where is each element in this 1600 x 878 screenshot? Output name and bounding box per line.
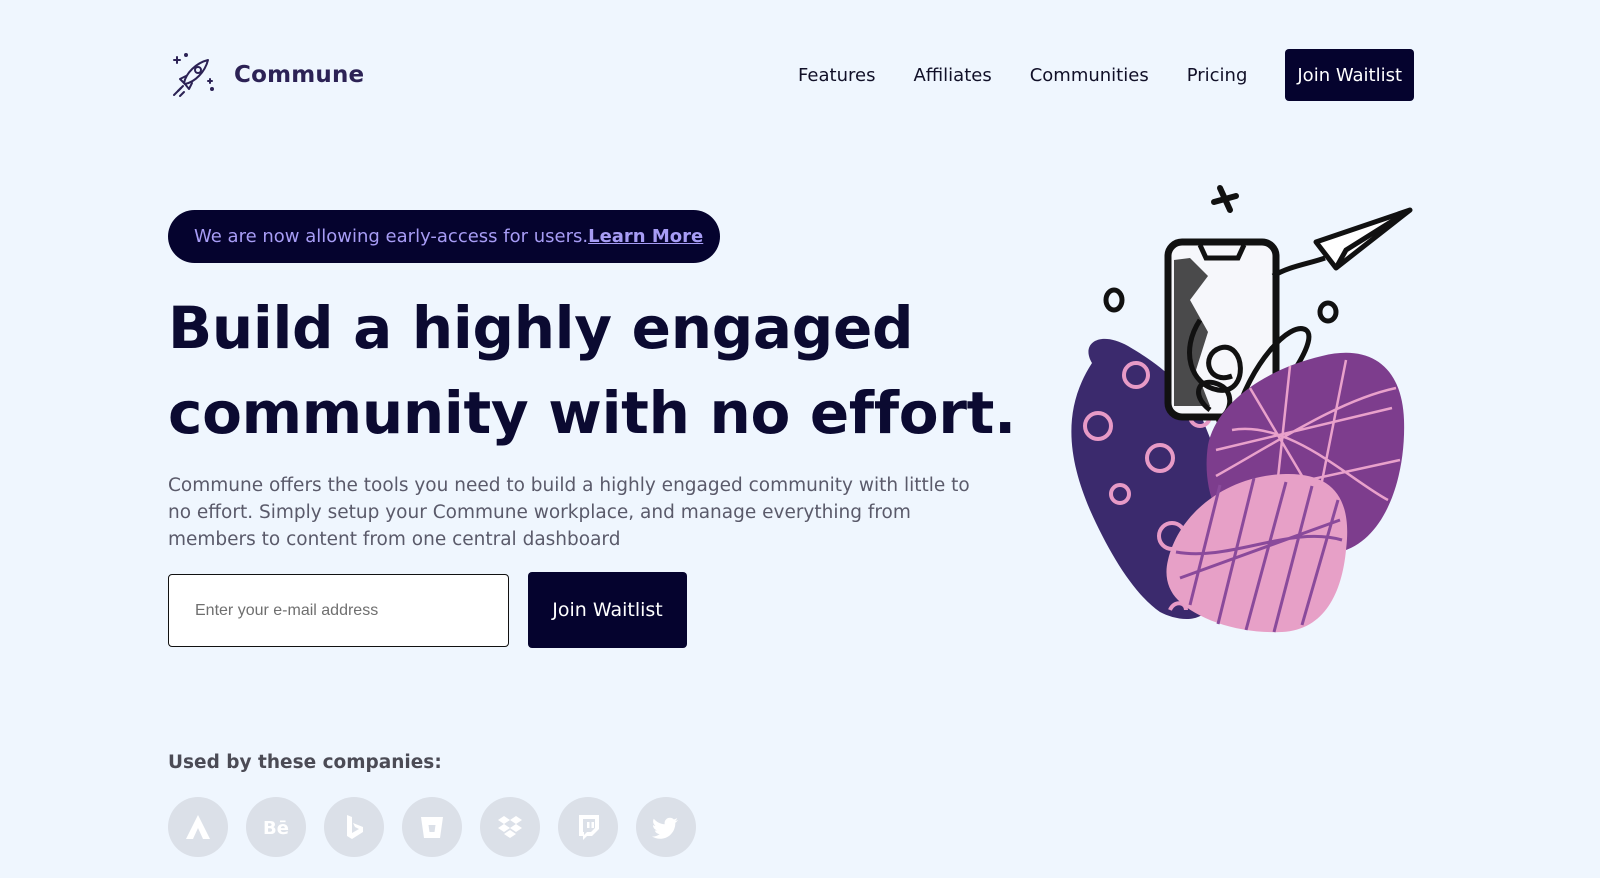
hero-title-line-2: community with no effort. — [168, 379, 1016, 447]
site-header: Commune Features Affiliates Communities … — [168, 46, 1414, 104]
early-access-text: We are now allowing early-access for use… — [194, 226, 589, 247]
hero-title-line-1: Build a highly engaged — [168, 294, 914, 362]
header-join-waitlist-button[interactable]: Join Waitlist — [1285, 49, 1414, 101]
early-access-banner: We are now allowing early-access for use… — [168, 210, 720, 263]
behance-icon: Bē — [246, 797, 306, 857]
bitbucket-icon — [402, 797, 462, 857]
main-nav: Features Affiliates Communities Pricing … — [798, 49, 1414, 101]
nav-link-pricing[interactable]: Pricing — [1187, 65, 1248, 86]
hero-illustration — [1040, 180, 1440, 650]
twitter-icon — [636, 797, 696, 857]
twitch-icon — [558, 797, 618, 857]
nav-link-features[interactable]: Features — [798, 65, 875, 86]
hero-title: Build a highly engaged community with no… — [168, 286, 1016, 456]
airtable-icon — [168, 797, 228, 857]
nav-link-affiliates[interactable]: Affiliates — [913, 65, 991, 86]
companies-heading: Used by these companies: — [168, 752, 442, 773]
bing-icon — [324, 797, 384, 857]
rocket-icon — [168, 51, 216, 99]
company-logos: Bē — [168, 797, 696, 857]
hero-description: Commune offers the tools you need to bui… — [168, 475, 970, 550]
nav-link-communities[interactable]: Communities — [1030, 65, 1149, 86]
brand-name: Commune — [234, 62, 365, 88]
brand[interactable]: Commune — [168, 51, 364, 99]
email-input[interactable] — [168, 574, 509, 647]
join-waitlist-button[interactable]: Join Waitlist — [528, 572, 687, 648]
landing-page: Commune Features Affiliates Communities … — [0, 0, 1600, 878]
learn-more-link[interactable]: Learn More — [588, 226, 703, 247]
svg-text:Bē: Bē — [263, 818, 289, 839]
dropbox-icon — [480, 797, 540, 857]
